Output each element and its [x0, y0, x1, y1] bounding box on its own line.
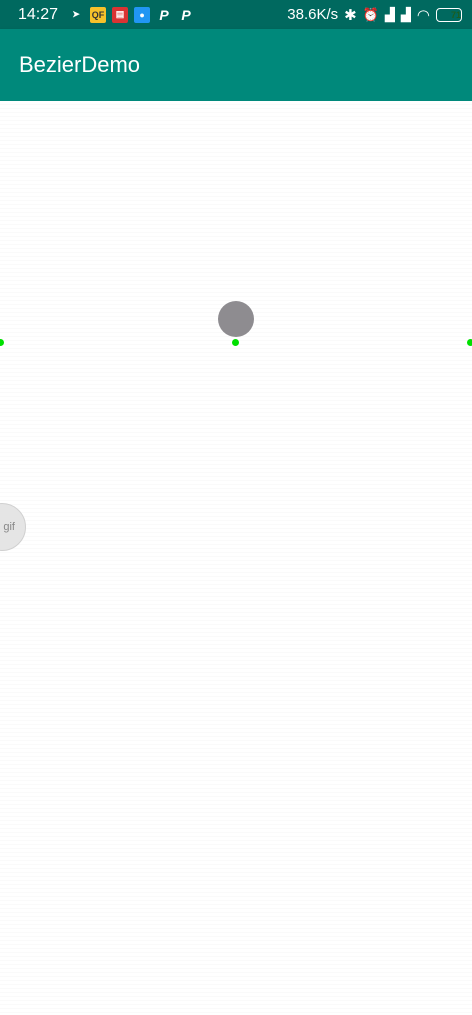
end-point [467, 339, 472, 346]
moving-ball [218, 301, 254, 337]
p-app-icon: P [181, 6, 191, 23]
red-app-icon: ▤ [112, 6, 129, 23]
notification-icons: ➤ QF ▤ ● P P [68, 6, 194, 23]
status-time: 14:27 [18, 5, 59, 23]
telegram-icon: ➤ [72, 9, 80, 19]
wifi-icon: ◠ [416, 6, 430, 24]
battery-level: 71 [450, 9, 461, 20]
signal-icon: ▟ [400, 6, 411, 22]
control-point [232, 339, 239, 346]
bezier-canvas[interactable] [0, 101, 472, 1015]
network-speed: 38.6K/s [287, 6, 339, 23]
gif-label: gif [3, 521, 15, 533]
app-bar: BezierDemo [0, 29, 472, 101]
alarm-off-icon: ⏰ [362, 6, 379, 22]
app-title: BezierDemo [19, 52, 141, 77]
p-app-icon: P [159, 6, 169, 23]
qf-app-icon: QF [90, 6, 107, 23]
status-bar: 14:27 ➤ QF ▤ ● P P 38.6K/s ✱ ⏰ ▟ ▟ ◠ 71 [0, 0, 472, 29]
start-point [0, 339, 4, 346]
battery-icon: 71 [436, 7, 462, 22]
blue-app-icon: ● [134, 6, 151, 23]
status-right: 38.6K/s ✱ ⏰ ▟ ▟ ◠ 71 [287, 6, 462, 24]
signal-hd-icon: ▟ [384, 6, 395, 22]
bluetooth-icon: ✱ [344, 6, 357, 24]
